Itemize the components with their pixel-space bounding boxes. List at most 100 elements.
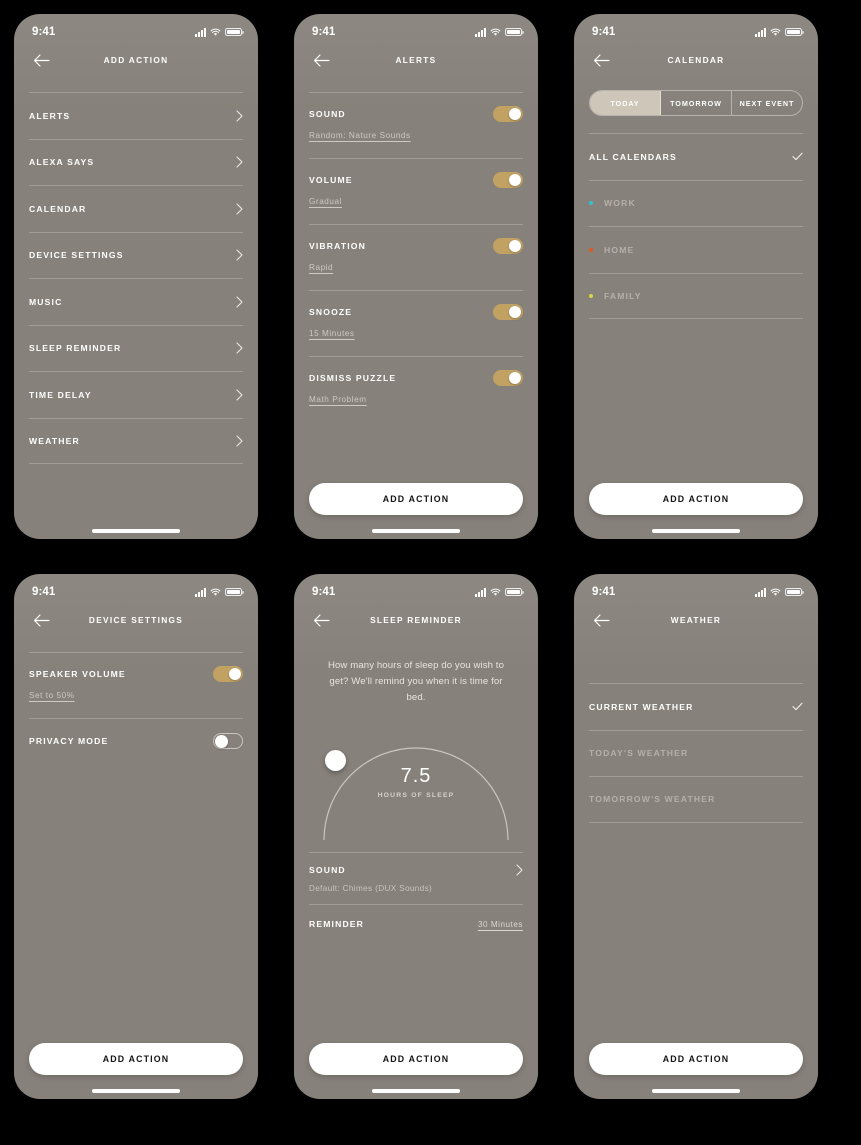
battery-icon xyxy=(505,27,524,37)
sleep-reminder-row[interactable]: REMINDER 30 Minutes xyxy=(309,904,523,943)
weather-item-tomorrow[interactable]: TOMORROW'S WEATHER xyxy=(589,776,803,823)
toggle-row: DISMISS PUZZLE Math Problem xyxy=(309,356,523,422)
chevron-right-icon xyxy=(236,389,243,401)
speaker-volume-toggle[interactable] xyxy=(213,666,243,682)
nav-bar: SLEEP REMINDER xyxy=(294,604,538,636)
battery-icon xyxy=(785,27,804,37)
status-time: 9:41 xyxy=(312,586,336,598)
signal-bars-icon xyxy=(755,27,766,37)
segment-today[interactable]: TODAY xyxy=(590,91,661,115)
toggle-row-value[interactable]: Random: Nature Sounds xyxy=(309,131,411,140)
back-button[interactable] xyxy=(30,49,52,71)
nav-bar: ALERTS xyxy=(294,44,538,76)
list-item[interactable]: CALENDAR xyxy=(29,185,243,232)
sleep-dial-value: 7.5 xyxy=(400,765,432,787)
add-action-button[interactable]: ADD ACTION xyxy=(309,483,523,515)
list-item[interactable]: TIME DELAY xyxy=(29,371,243,418)
list-item[interactable]: ALEXA SAYS xyxy=(29,138,243,186)
calendar-item-family[interactable]: FAMILY xyxy=(589,272,803,319)
nav-bar: DEVICE SETTINGS xyxy=(14,604,258,636)
toggle-row-label: VOLUME xyxy=(309,175,353,185)
toggle-row-value[interactable]: Gradual xyxy=(309,197,342,206)
back-button[interactable] xyxy=(30,609,52,631)
wifi-icon xyxy=(770,28,781,36)
back-button[interactable] xyxy=(590,49,612,71)
toggle-row-value[interactable]: Math Problem xyxy=(309,395,367,404)
back-button[interactable] xyxy=(590,609,612,631)
volume-toggle[interactable] xyxy=(493,172,523,188)
list-item[interactable]: DEVICE SETTINGS xyxy=(29,231,243,279)
chevron-right-icon xyxy=(236,249,243,261)
toggle-row-top: VOLUME xyxy=(309,172,523,188)
back-button[interactable] xyxy=(310,609,332,631)
toggle-row-label: SNOOZE xyxy=(309,307,353,317)
screen-content: SOUND Random: Nature Sounds VOLUME Gradu… xyxy=(294,76,538,523)
segment-tomorrow[interactable]: TOMORROW xyxy=(661,91,732,115)
calendar-item-wrap: HOME xyxy=(589,245,634,255)
content-filler xyxy=(574,823,818,1044)
sleep-dial[interactable]: 7.5 HOURS OF SLEEP xyxy=(294,718,538,840)
list-item[interactable]: MUSIC xyxy=(29,278,243,325)
segment-next-event[interactable]: NEXT EVENT xyxy=(732,91,802,115)
list-item[interactable]: WEATHER xyxy=(29,417,243,464)
chevron-right-icon xyxy=(516,864,523,876)
add-action-button[interactable]: ADD ACTION xyxy=(29,1043,243,1075)
content-filler xyxy=(294,422,538,483)
calendar-item-label: WORK xyxy=(604,198,636,209)
list-item-label: ALEXA SAYS xyxy=(29,157,95,168)
toggle-row-value[interactable]: Set to 50% xyxy=(29,691,75,700)
toggle-row-value[interactable]: Rapid xyxy=(309,263,333,272)
home-indicator[interactable] xyxy=(14,523,258,539)
sleep-sound-label: SOUND xyxy=(309,865,346,875)
toggle-row-label: SPEAKER VOLUME xyxy=(29,669,126,679)
weather-item-label: TOMORROW'S WEATHER xyxy=(589,794,716,805)
calendar-item-all[interactable]: ALL CALENDARS xyxy=(589,133,803,180)
home-indicator[interactable] xyxy=(574,523,818,539)
home-indicator[interactable] xyxy=(574,1083,818,1099)
status-icons xyxy=(755,27,804,37)
phone-screen-sleep-reminder: 9:41 SLEEP REMINDER How many hours of sl… xyxy=(294,574,538,1099)
content-filler xyxy=(14,464,258,523)
vibration-toggle[interactable] xyxy=(493,238,523,254)
calendar-item-work[interactable]: WORK xyxy=(589,179,803,227)
list-item[interactable]: ALERTS xyxy=(29,92,243,139)
toggle-row-value[interactable]: 15 Minutes xyxy=(309,329,355,338)
calendar-item-home[interactable]: HOME xyxy=(589,226,803,273)
home-indicator[interactable] xyxy=(14,1083,258,1099)
snooze-toggle[interactable] xyxy=(493,304,523,320)
chevron-right-icon xyxy=(236,435,243,447)
list-item[interactable]: SLEEP REMINDER xyxy=(29,324,243,372)
toggle-row: VIBRATION Rapid xyxy=(309,224,523,290)
toggle-row-label: DISMISS PUZZLE xyxy=(309,373,397,383)
sleep-sound-row[interactable]: SOUND Default: Chimes (DUX Sounds) xyxy=(309,852,523,904)
toggle-row: VOLUME Gradual xyxy=(309,158,523,224)
phone-screen-device-settings: 9:41 DEVICE SETTINGS SPEAKER VOLUME Set … xyxy=(14,574,258,1099)
list-item-label: ALERTS xyxy=(29,110,71,121)
home-indicator[interactable] xyxy=(294,523,538,539)
weather-list: CURRENT WEATHER TODAY'S WEATHER TOMORROW… xyxy=(574,683,818,823)
add-action-button[interactable]: ADD ACTION xyxy=(589,483,803,515)
status-time: 9:41 xyxy=(592,26,616,38)
add-action-button[interactable]: ADD ACTION xyxy=(589,1043,803,1075)
dismiss-puzzle-toggle[interactable] xyxy=(493,370,523,386)
sleep-reminder-value[interactable]: 30 Minutes xyxy=(478,920,523,929)
screen-content: How many hours of sleep do you wish to g… xyxy=(294,636,538,1083)
nav-bar: WEATHER xyxy=(574,604,818,636)
cta-area: ADD ACTION xyxy=(14,1043,258,1083)
toggle-row: SOUND Random: Nature Sounds xyxy=(309,92,523,158)
sound-toggle[interactable] xyxy=(493,106,523,122)
calendar-item-label: HOME xyxy=(604,244,635,255)
add-action-button[interactable]: ADD ACTION xyxy=(309,1043,523,1075)
weather-item-current[interactable]: CURRENT WEATHER xyxy=(589,683,803,730)
signal-bars-icon xyxy=(475,587,486,597)
weather-item-today[interactable]: TODAY'S WEATHER xyxy=(589,729,803,777)
privacy-mode-toggle[interactable] xyxy=(213,733,243,749)
chevron-right-icon xyxy=(236,203,243,215)
back-button[interactable] xyxy=(310,49,332,71)
home-indicator[interactable] xyxy=(294,1083,538,1099)
wifi-icon xyxy=(490,28,501,36)
status-icons xyxy=(195,27,244,37)
